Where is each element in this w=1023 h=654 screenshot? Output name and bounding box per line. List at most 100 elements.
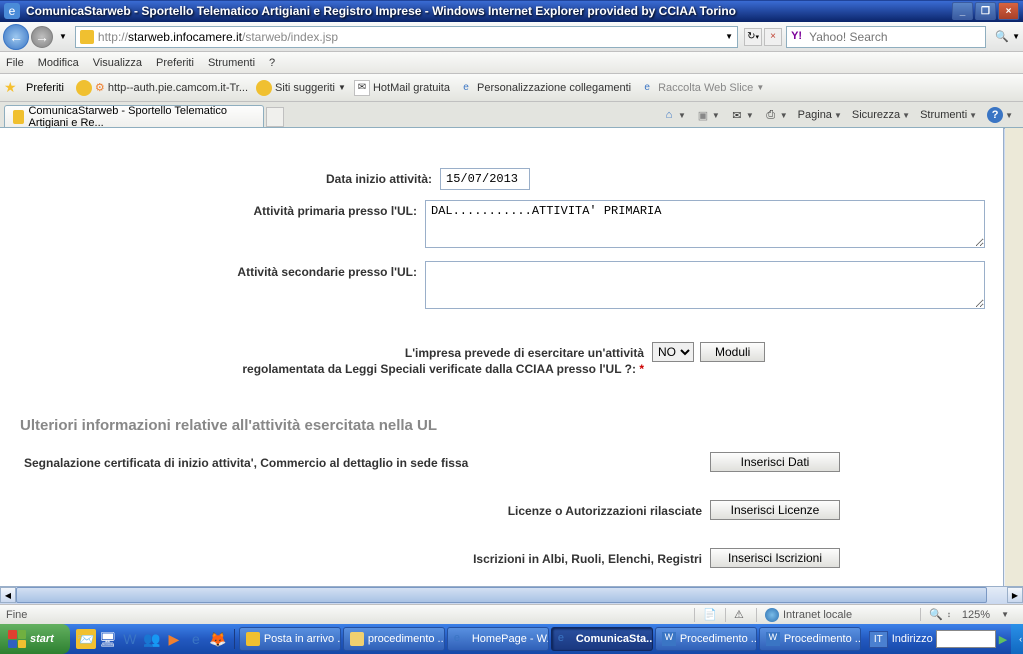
- task-outlook[interactable]: Posta in arrivo ...: [239, 627, 341, 651]
- addr-go-icon[interactable]: ▶: [999, 633, 1007, 646]
- ql-wmp-icon[interactable]: ▶: [164, 629, 184, 649]
- help-button[interactable]: ?▼: [983, 105, 1017, 125]
- nav-dropdown-icon[interactable]: ▼: [59, 32, 67, 41]
- horizontal-scrollbar[interactable]: ◀ ▶: [0, 586, 1023, 604]
- ql-ie-icon[interactable]: e: [186, 629, 206, 649]
- sun-icon: [76, 80, 92, 96]
- menu-bar: File Modifica Visualizza Preferiti Strum…: [0, 52, 1023, 74]
- vertical-scrollbar[interactable]: ▲ ▼: [1006, 129, 1022, 585]
- ql-firefox-icon[interactable]: 🦊: [208, 629, 228, 649]
- status-icon: ⚠: [734, 608, 748, 622]
- close-button[interactable]: ×: [998, 2, 1019, 20]
- search-bar[interactable]: Y!: [786, 26, 986, 48]
- search-input[interactable]: [809, 30, 981, 44]
- inserisci-licenze-button[interactable]: Inserisci Licenze: [710, 500, 840, 520]
- tools-menu[interactable]: Strumenti▼: [916, 107, 981, 123]
- favorites-label[interactable]: Preferiti: [26, 82, 64, 94]
- search-button[interactable]: 🔍: [992, 27, 1012, 47]
- feeds-button[interactable]: ▣▼: [692, 106, 724, 124]
- home-button[interactable]: ⌂▼: [658, 106, 690, 124]
- menu-file[interactable]: File: [6, 57, 24, 69]
- yahoo-icon: Y!: [791, 30, 805, 44]
- status-icons2: ⚠: [725, 608, 756, 622]
- menu-modifica[interactable]: Modifica: [38, 57, 79, 69]
- url-dropdown-icon[interactable]: ▼: [725, 32, 733, 41]
- scroll-thumb[interactable]: [1006, 205, 1022, 325]
- addr-label: Indirizzo: [892, 633, 933, 645]
- menu-preferiti[interactable]: Preferiti: [156, 57, 194, 69]
- fav-item-4[interactable]: ePersonalizzazione collegamenti: [458, 80, 631, 96]
- select-regolamentata[interactable]: NO: [652, 342, 694, 362]
- status-icon: 📄: [703, 608, 717, 622]
- menu-visualizza[interactable]: Visualizza: [93, 57, 142, 69]
- menu-strumenti[interactable]: Strumenti: [208, 57, 255, 69]
- moduli-button[interactable]: Moduli: [700, 342, 765, 362]
- ql-word-icon[interactable]: W: [120, 629, 140, 649]
- inserisci-dati-button[interactable]: Inserisci Dati: [710, 452, 840, 472]
- hscroll-track[interactable]: [16, 587, 1007, 604]
- command-bar: ⌂▼ ▣▼ ✉▼ ⎙▼ Pagina▼ Sicurezza▼ Strumenti…: [658, 105, 1017, 125]
- input-data-inizio[interactable]: [440, 168, 530, 190]
- fav-item-5[interactable]: eRaccolta Web Slice ▼: [639, 80, 764, 96]
- refresh-button[interactable]: ↻▾: [744, 28, 762, 46]
- tray-expand-icon[interactable]: ‹: [1019, 634, 1022, 644]
- window-controls: _ ❐ ×: [952, 2, 1019, 20]
- textarea-attivita-secondarie[interactable]: [425, 261, 985, 309]
- sun-icon: [256, 80, 272, 96]
- addr-input[interactable]: [936, 630, 996, 648]
- url-input[interactable]: http://starweb.infocamere.it/starweb/ind…: [98, 30, 725, 44]
- hscroll-thumb[interactable]: [16, 587, 987, 603]
- ie-icon: e: [454, 632, 468, 646]
- scroll-left-button[interactable]: ◀: [0, 587, 16, 603]
- word-icon: W: [662, 632, 676, 646]
- mail-icon: ✉: [354, 80, 370, 96]
- task-word1[interactable]: WProcedimento ...: [655, 627, 757, 651]
- mail-button[interactable]: ✉▼: [726, 106, 758, 124]
- page-content: ▲ ▼ Data inizio attività: Attività prima…: [0, 128, 1023, 586]
- ql-messenger-icon[interactable]: 👥: [142, 629, 162, 649]
- fav-item-2[interactable]: Siti suggeriti ▼: [256, 80, 346, 96]
- scroll-right-button[interactable]: ▶: [1007, 587, 1023, 603]
- fav-item-1[interactable]: ⚙ http--auth.pie.camcom.it-Tr...: [76, 80, 248, 96]
- minimize-button[interactable]: _: [952, 2, 973, 20]
- security-zone[interactable]: Intranet locale: [756, 608, 860, 622]
- safety-menu[interactable]: Sicurezza▼: [848, 107, 914, 123]
- inserisci-iscrizioni-button[interactable]: Inserisci Iscrizioni: [710, 548, 840, 568]
- search-dropdown-icon[interactable]: ▼: [1012, 32, 1020, 41]
- task-ie1[interactable]: eHomePage - W...: [447, 627, 549, 651]
- tab-title: ComunicaStarweb - Sportello Telematico A…: [28, 105, 255, 129]
- label-data-inizio: Data inizio attività:: [20, 168, 440, 186]
- ie-icon: e: [639, 80, 655, 96]
- start-button[interactable]: start: [0, 624, 70, 654]
- fav-item-3[interactable]: ✉HotMail gratuita: [354, 80, 450, 96]
- stop-button[interactable]: ×: [764, 28, 782, 46]
- tab-bar: ComunicaStarweb - Sportello Telematico A…: [0, 102, 1023, 128]
- scroll-down-button[interactable]: ▼: [1006, 569, 1022, 585]
- ql-desktop-icon[interactable]: 🖥: [98, 629, 118, 649]
- status-bar: Fine 📄 ⚠ Intranet locale 🔍↕ 125% ▼: [0, 604, 1023, 624]
- task-word2[interactable]: WProcedimento ...: [759, 627, 861, 651]
- scroll-up-button[interactable]: ▲: [1006, 129, 1022, 145]
- new-tab-button[interactable]: [266, 107, 284, 127]
- globe-icon: [765, 608, 779, 622]
- browser-tab[interactable]: ComunicaStarweb - Sportello Telematico A…: [4, 105, 264, 127]
- language-indicator[interactable]: IT: [869, 631, 888, 648]
- restore-button[interactable]: ❐: [975, 2, 996, 20]
- task-ie-active[interactable]: eComunicaSta...: [551, 627, 653, 651]
- forward-button[interactable]: →: [31, 26, 53, 48]
- zoom-control[interactable]: 🔍↕ 125% ▼: [920, 608, 1017, 621]
- address-bar[interactable]: http://starweb.infocamere.it/starweb/ind…: [75, 26, 738, 48]
- ql-outlook-icon[interactable]: 📨: [76, 629, 96, 649]
- scroll-track[interactable]: [1006, 325, 1022, 569]
- print-button[interactable]: ⎙▼: [760, 106, 792, 124]
- task-folder1[interactable]: procedimento ...: [343, 627, 445, 651]
- system-tray: ‹ 🛡 🔊 ⚙ 🖧 12.39 mercoledì: [1011, 624, 1023, 654]
- menu-help[interactable]: ?: [269, 57, 275, 69]
- textarea-attivita-primaria[interactable]: DAL...........ATTIVITA' PRIMARIA: [425, 200, 985, 248]
- back-button[interactable]: ←: [3, 24, 29, 50]
- page-menu[interactable]: Pagina▼: [794, 107, 846, 123]
- favorites-star-icon[interactable]: ★: [4, 79, 22, 97]
- windows-icon: [8, 630, 26, 648]
- label-attivita-secondarie: Attività secondarie presso l'UL:: [20, 261, 425, 279]
- favorites-bar: ★ Preferiti ⚙ http--auth.pie.camcom.it-T…: [0, 74, 1023, 102]
